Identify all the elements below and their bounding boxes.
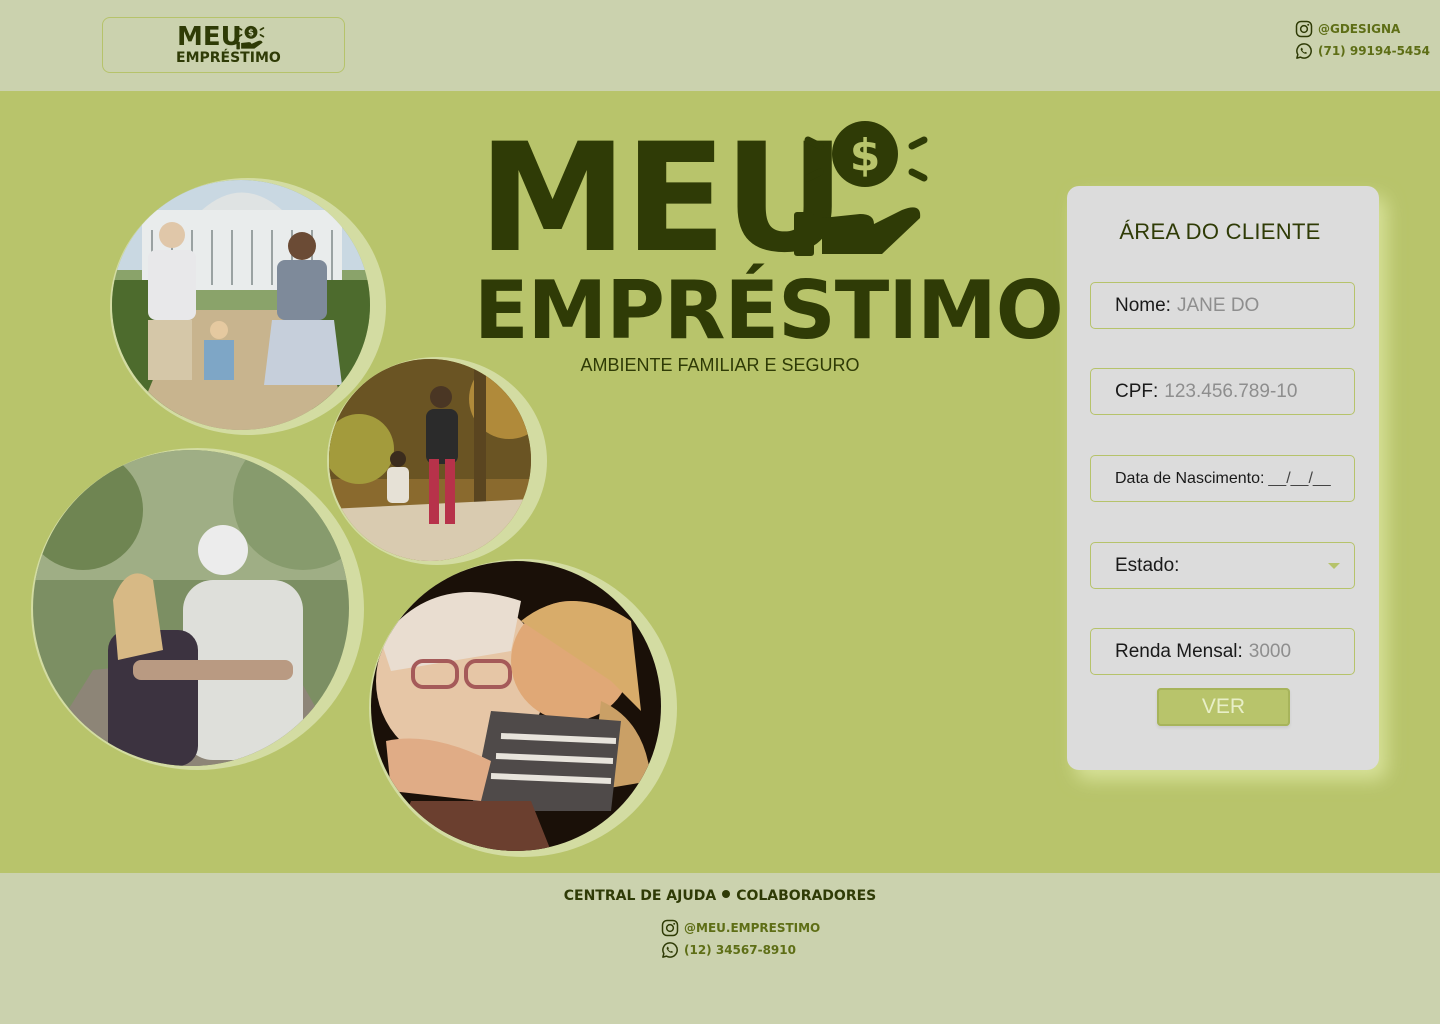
money-hand-icon: $ <box>236 25 265 50</box>
instagram-icon <box>661 919 679 937</box>
footer-links: CENTRAL DE AJUDA COLABORADORES <box>0 888 1440 904</box>
grandmother-hug-girl-photo <box>371 561 661 851</box>
name-field[interactable]: Nome: JANE DO <box>1090 282 1355 329</box>
footer-whatsapp[interactable]: (12) 34567-8910 <box>661 941 796 959</box>
state-select-label: Estado: <box>1115 554 1180 576</box>
hero-tagline: AMBIENTE FAMILIAR E SEGURO <box>580 355 860 375</box>
help-center-link[interactable]: CENTRAL DE AJUDA <box>564 888 716 904</box>
instagram-icon <box>1295 20 1313 38</box>
birthdate-field-placeholder: __/__/__ <box>1268 469 1331 487</box>
whatsapp-icon <box>1296 43 1312 59</box>
header-whatsapp-number: (71) 99194-5454 <box>1318 44 1430 58</box>
header-logo[interactable]: MEU $ EMPRÉSTIMO <box>102 17 345 73</box>
name-field-placeholder: JANE DO <box>1176 294 1260 316</box>
grandmother-child-photo <box>329 359 531 561</box>
birthdate-field-label: Data de Nascimento: <box>1115 469 1265 487</box>
chevron-down-icon[interactable] <box>1328 563 1340 569</box>
whatsapp-icon <box>662 942 678 958</box>
hero-logo-line2: EMPRÉSTIMO <box>474 264 1064 357</box>
footer-instagram[interactable]: @MEU.EMPRESTIMO <box>661 919 820 937</box>
monthly-income-label: Renda Mensal: <box>1115 640 1243 662</box>
top-header: MEU $ EMPRÉSTIMO @GDESIGNA (71) 99194-54… <box>0 0 1440 91</box>
birthdate-field[interactable]: Data de Nascimento: __/__/__ <box>1090 455 1355 502</box>
svg-text:$: $ <box>248 28 254 38</box>
family-walking-photo <box>112 180 370 430</box>
collaborators-link[interactable]: COLABORADORES <box>736 888 876 904</box>
separator-dot <box>722 890 731 898</box>
client-area-title: ÁREA DO CLIENTE <box>1119 219 1321 244</box>
hero-logo-line1: MEU <box>478 112 846 286</box>
svg-text:$: $ <box>850 130 881 181</box>
cpf-field[interactable]: CPF: 123.456.789-10 <box>1090 368 1355 415</box>
state-select[interactable]: Estado: <box>1090 542 1355 589</box>
name-field-label: Nome: <box>1115 294 1171 316</box>
footer-whatsapp-number: (12) 34567-8910 <box>684 943 796 957</box>
header-whatsapp[interactable]: (71) 99194-5454 <box>1295 42 1430 60</box>
cpf-field-label: CPF: <box>1115 380 1159 402</box>
monthly-income-field[interactable]: Renda Mensal: 3000 <box>1090 628 1355 675</box>
cpf-field-placeholder: 123.456.789-10 <box>1164 380 1298 402</box>
footer-instagram-handle: @MEU.EMPRESTIMO <box>684 921 821 935</box>
header-instagram-handle: @GDESIGNA <box>1318 22 1401 36</box>
grandfather-hug-photo <box>33 450 349 766</box>
ver-button[interactable]: VER <box>1157 688 1290 726</box>
header-instagram[interactable]: @GDESIGNA <box>1295 20 1400 38</box>
header-logo-line2: EMPRÉSTIMO <box>176 50 281 66</box>
money-hand-icon: $ <box>794 121 928 256</box>
monthly-income-placeholder: 3000 <box>1248 640 1292 662</box>
header-logo-line1: MEU <box>177 22 242 52</box>
